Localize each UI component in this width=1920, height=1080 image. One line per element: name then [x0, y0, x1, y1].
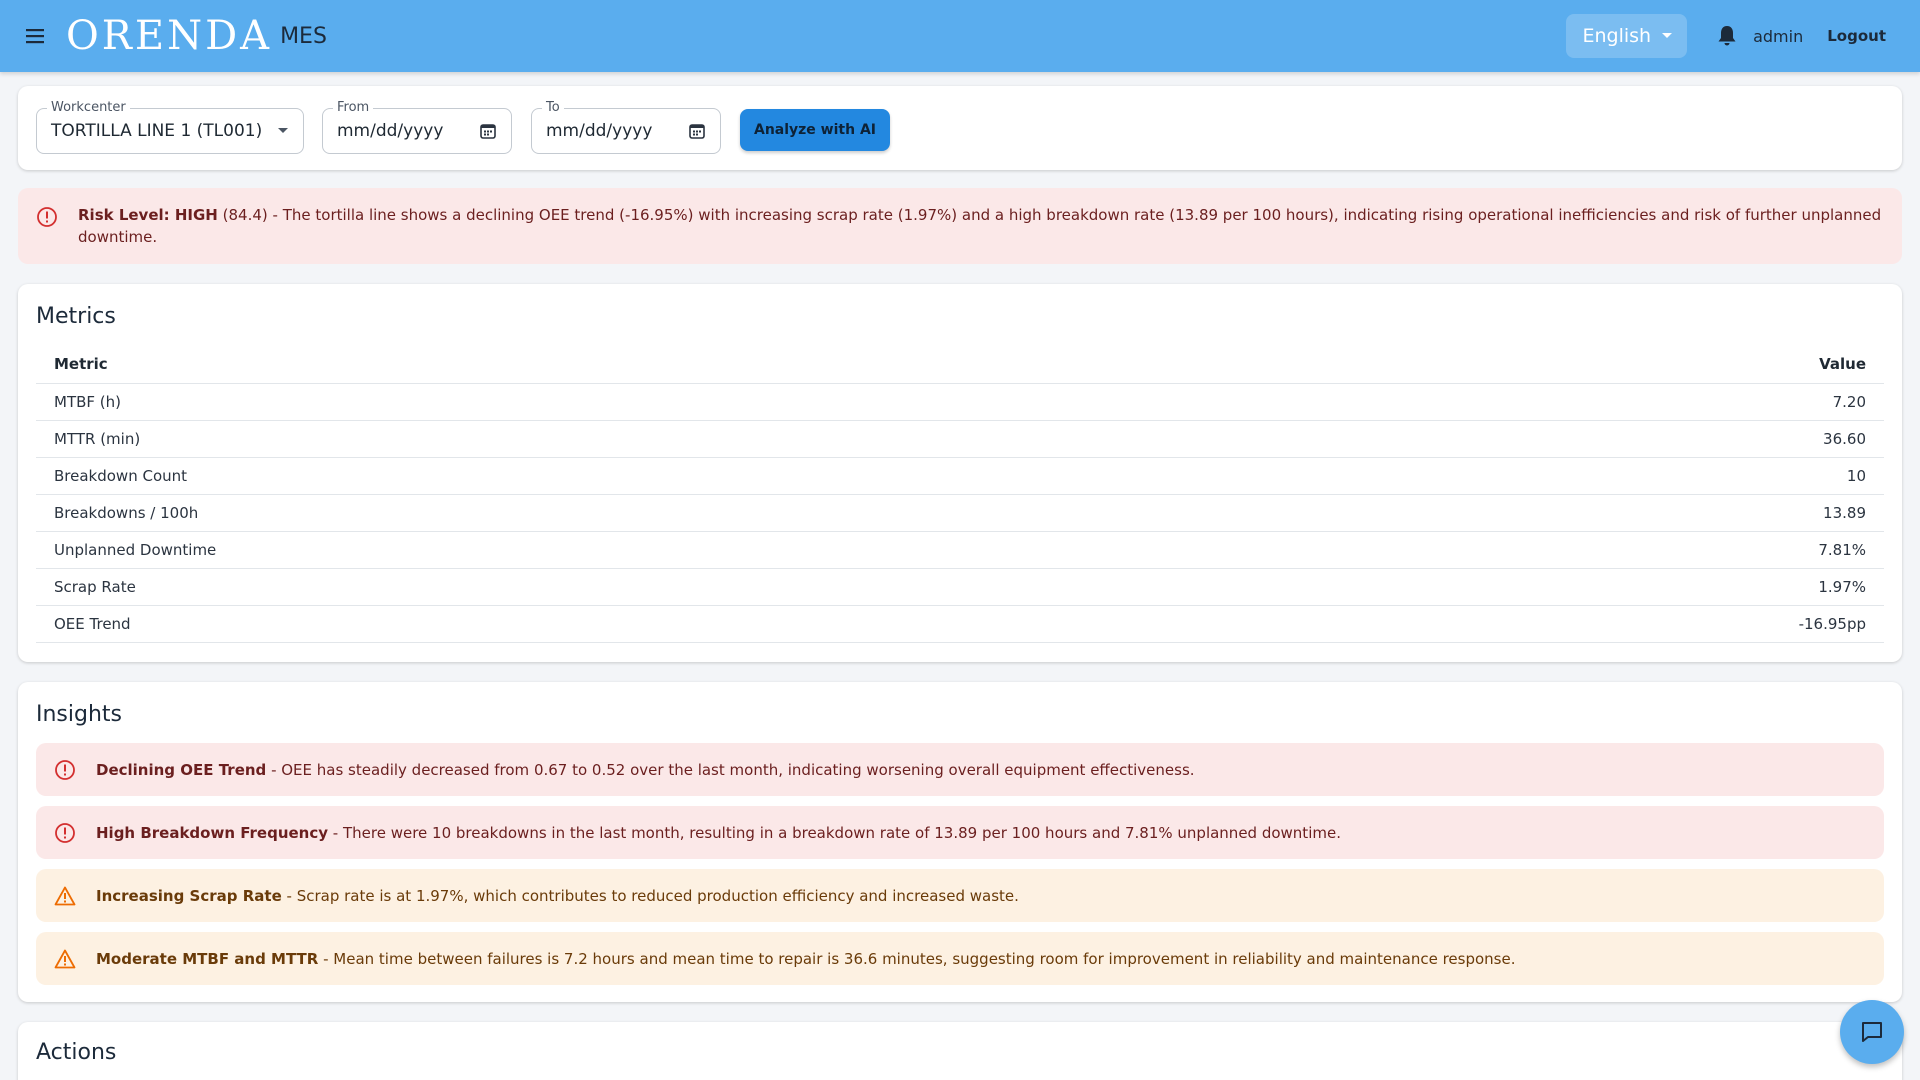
- metric-value: -16.95pp: [1250, 605, 1884, 643]
- insight-alert: Moderate MTBF and MTTR - Mean time betwe…: [36, 932, 1884, 985]
- chevron-down-icon: [1662, 33, 1673, 38]
- logo-text: ORENDA: [66, 13, 273, 59]
- insight-title: Increasing Scrap Rate: [96, 886, 282, 905]
- workcenter-label: Workcenter: [47, 100, 130, 115]
- metrics-table: Metric Value MTBF (h) 7.20 MTTR (min) 36…: [36, 346, 1884, 643]
- language-select[interactable]: English: [1566, 14, 1688, 58]
- user-name: admin: [1753, 26, 1804, 46]
- notifications-button[interactable]: [1715, 24, 1739, 48]
- warning-triangle-icon: [54, 886, 76, 905]
- insight-title: Declining OEE Trend: [96, 760, 267, 779]
- metric-value: 36.60: [1250, 420, 1884, 458]
- menu-icon: [26, 29, 44, 44]
- calendar-icon[interactable]: [479, 122, 497, 140]
- language-value: English: [1582, 25, 1652, 47]
- risk-description: - The tortilla line shows a declining OE…: [78, 206, 1882, 246]
- insight-title: High Breakdown Frequency: [96, 823, 329, 842]
- metric-name: Breakdowns / 100h: [36, 494, 1251, 532]
- insight-text: - There were 10 breakdowns in the last m…: [328, 823, 1341, 842]
- metric-name: MTBF (h): [36, 383, 1251, 421]
- app-name: MES: [280, 23, 327, 49]
- filter-card: Workcenter TORTILLA LINE 1 (TL001) From …: [18, 86, 1902, 170]
- chevron-down-icon: [278, 128, 288, 133]
- error-circle-icon: [55, 822, 75, 843]
- insight-alert: Declining OEE Trend - OEE has steadily d…: [36, 743, 1884, 796]
- metric-value: 7.20: [1250, 383, 1884, 421]
- insights-title: Insights: [36, 702, 123, 727]
- analyze-with-ai-button[interactable]: Analyze with AI: [740, 109, 890, 151]
- error-circle-icon: [37, 207, 57, 227]
- insights-card: Insights Declining OEE Trend - OEE has s…: [18, 682, 1902, 1002]
- to-date-input[interactable]: To mm/dd/yyyy: [531, 100, 721, 154]
- metric-name: Scrap Rate: [36, 568, 1251, 606]
- insight-alert: Increasing Scrap Rate - Scrap rate is at…: [36, 869, 1884, 922]
- risk-text: Risk Level: HIGH (84.4) - The tortilla l…: [78, 204, 1884, 248]
- from-date-input[interactable]: From mm/dd/yyyy: [322, 100, 512, 154]
- table-row: MTBF (h) 7.20: [36, 383, 1884, 421]
- risk-alert: Risk Level: HIGH (84.4) - The tortilla l…: [18, 188, 1902, 264]
- actions-card: Actions: [18, 1022, 1902, 1080]
- metrics-card: Metrics Metric Value MTBF (h) 7.20 MTTR …: [18, 284, 1902, 662]
- calendar-icon[interactable]: [688, 122, 706, 140]
- metric-value: 10: [1250, 457, 1884, 495]
- logo[interactable]: ORENDA MES: [66, 13, 327, 59]
- risk-level: Risk Level: HIGH: [78, 206, 218, 224]
- from-date-label: From: [333, 100, 374, 115]
- chat-icon: [1862, 1022, 1882, 1042]
- error-circle-icon: [55, 759, 75, 780]
- metric-name: MTTR (min): [36, 420, 1251, 458]
- warning-triangle-icon: [54, 949, 76, 968]
- insight-alert: High Breakdown Frequency - There were 10…: [36, 806, 1884, 859]
- bell-icon: [1718, 26, 1736, 46]
- menu-button[interactable]: [18, 19, 52, 53]
- from-date-value: mm/dd/yyyy: [337, 121, 444, 141]
- workcenter-value: TORTILLA LINE 1 (TL001): [51, 121, 263, 141]
- app-bar: ORENDA MES English admin Logout: [0, 0, 1920, 72]
- table-row: Breakdown Count 10: [36, 457, 1884, 495]
- table-row: MTTR (min) 36.60: [36, 420, 1884, 458]
- to-date-label: To: [542, 100, 564, 115]
- logout-button[interactable]: Logout: [1827, 27, 1886, 45]
- to-date-value: mm/dd/yyyy: [546, 121, 653, 141]
- metric-name: OEE Trend: [36, 605, 1251, 643]
- metric-name: Breakdown Count: [36, 457, 1251, 495]
- metric-value: 13.89: [1250, 494, 1884, 532]
- table-header-row: Metric Value: [36, 346, 1884, 384]
- value-column-header: Value: [1250, 346, 1884, 384]
- insight-text: - Scrap rate is at 1.97%, which contribu…: [281, 886, 1019, 905]
- risk-score: (84.4): [222, 206, 268, 224]
- insight-text: - OEE has steadily decreased from 0.67 t…: [266, 760, 1195, 779]
- metric-name: Unplanned Downtime: [36, 531, 1251, 569]
- insight-title: Moderate MTBF and MTTR: [96, 949, 319, 968]
- table-row: Unplanned Downtime 7.81%: [36, 531, 1884, 569]
- metric-value: 1.97%: [1250, 568, 1884, 606]
- actions-title: Actions: [36, 1040, 117, 1065]
- table-row: Breakdowns / 100h 13.89: [36, 494, 1884, 532]
- metric-value: 7.81%: [1250, 531, 1884, 569]
- insight-text: - Mean time between failures is 7.2 hour…: [318, 949, 1516, 968]
- workcenter-select[interactable]: Workcenter TORTILLA LINE 1 (TL001): [36, 100, 304, 154]
- metric-column-header: Metric: [36, 346, 1251, 384]
- table-row: Scrap Rate 1.97%: [36, 568, 1884, 606]
- metrics-title: Metrics: [36, 304, 116, 329]
- chat-button[interactable]: [1840, 1000, 1904, 1064]
- table-row: OEE Trend -16.95pp: [36, 605, 1884, 643]
